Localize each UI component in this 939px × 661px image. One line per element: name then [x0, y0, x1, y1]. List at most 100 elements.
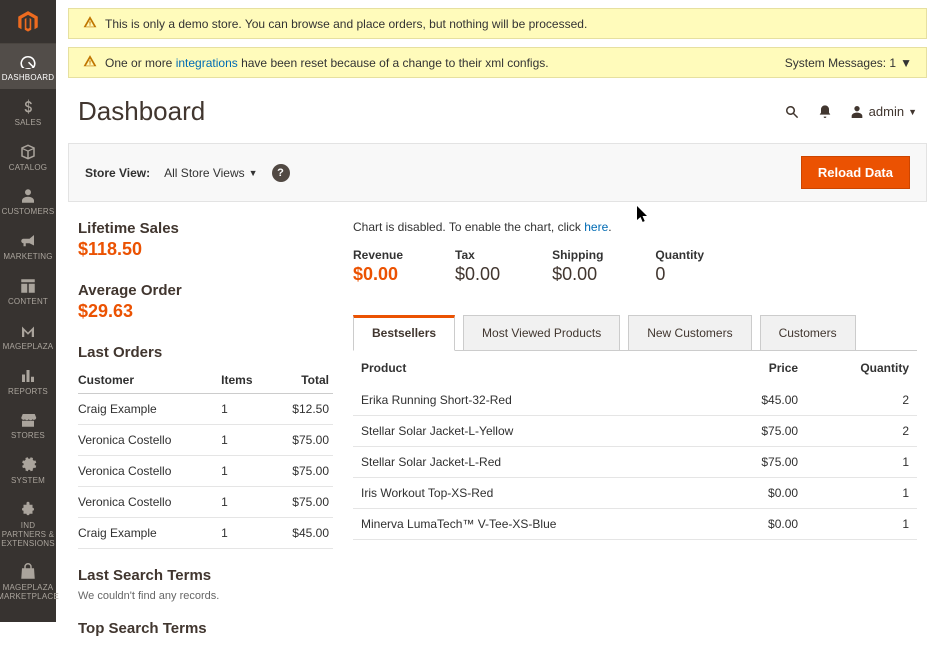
- tab-new-customers[interactable]: New Customers: [628, 315, 751, 351]
- nav-stores[interactable]: STORES: [0, 402, 56, 447]
- dashboard-tabs: Bestsellers Most Viewed Products New Cus…: [353, 315, 917, 351]
- box-icon: [19, 142, 37, 162]
- nav-label: MAGEPLAZA: [3, 343, 54, 352]
- nav-catalog[interactable]: CATALOG: [0, 134, 56, 179]
- gear-icon: [19, 455, 37, 475]
- magento-logo[interactable]: [0, 0, 56, 44]
- caret-down-icon: ▼: [900, 56, 912, 70]
- col-product: Product: [353, 351, 716, 386]
- table-row[interactable]: Minerva LumaTech™ V-Tee-XS-Blue$0.001: [353, 509, 917, 540]
- col-items: Items: [221, 367, 273, 394]
- stat-value: $118.50: [78, 239, 333, 260]
- col-customer: Customer: [78, 367, 221, 394]
- stat-value: $29.63: [78, 301, 333, 322]
- store-view-select[interactable]: All Store Views ▼: [164, 166, 257, 180]
- username: admin: [869, 104, 904, 119]
- puzzle-icon: [19, 500, 37, 520]
- nav-label: CUSTOMERS: [2, 208, 55, 217]
- lifetime-sales-block: Lifetime Sales $118.50: [78, 220, 333, 260]
- search-empty-text: We couldn't find any records.: [78, 590, 333, 602]
- table-row[interactable]: Veronica Costello1$75.00: [78, 425, 333, 456]
- nav-label: CONTENT: [8, 298, 48, 307]
- help-icon[interactable]: ?: [272, 164, 290, 182]
- chart-enable-link[interactable]: here: [584, 220, 608, 234]
- metric-shipping: Shipping $0.00: [552, 248, 603, 285]
- bestsellers-table: Product Price Quantity Erika Running Sho…: [353, 350, 917, 540]
- nav-label: STORES: [11, 432, 45, 441]
- page-header: Dashboard admin ▼: [56, 78, 939, 135]
- integrations-link[interactable]: integrations: [176, 56, 238, 70]
- nav-marketplace[interactable]: MAGEPLAZA MARKETPLACE: [0, 554, 56, 608]
- caret-down-icon: ▼: [908, 107, 917, 117]
- metric-quantity: Quantity 0: [655, 248, 704, 285]
- table-row[interactable]: Stellar Solar Jacket-L-Red$75.001: [353, 447, 917, 478]
- last-search-terms-block: Last Search Terms We couldn't find any r…: [78, 567, 333, 602]
- table-row[interactable]: Stellar Solar Jacket-L-Yellow$75.002: [353, 416, 917, 447]
- page-title: Dashboard: [78, 96, 205, 127]
- bag-icon: [19, 562, 37, 582]
- nav-label: SYSTEM: [11, 477, 45, 486]
- warning-icon: [83, 15, 97, 32]
- nav-label: SALES: [15, 119, 42, 128]
- demo-banner-text: This is only a demo store. You can brows…: [105, 17, 587, 31]
- bell-icon[interactable]: [817, 104, 833, 120]
- tab-bestsellers[interactable]: Bestsellers: [353, 315, 455, 351]
- table-row[interactable]: Veronica Costello1$75.00: [78, 487, 333, 518]
- nav-mageplaza[interactable]: MAGEPLAZA: [0, 313, 56, 358]
- nav-label: CATALOG: [9, 164, 47, 173]
- nav-partners[interactable]: IND PARTNERS & EXTENSIONS: [0, 492, 56, 554]
- nav-marketing[interactable]: MARKETING: [0, 223, 56, 268]
- tab-customers[interactable]: Customers: [760, 315, 856, 351]
- main-area: This is only a demo store. You can brows…: [56, 8, 939, 661]
- section-title: Top Search Terms: [78, 620, 333, 637]
- metric-tax: Tax $0.00: [455, 248, 500, 285]
- store-view-label: Store View:: [85, 166, 150, 180]
- header-actions: admin ▼: [783, 103, 917, 121]
- user-menu[interactable]: admin ▼: [849, 104, 917, 120]
- layout-icon: [19, 276, 37, 296]
- top-search-terms-block: Top Search Terms: [78, 620, 333, 637]
- table-row[interactable]: Iris Workout Top-XS-Red$0.001: [353, 478, 917, 509]
- table-row[interactable]: Veronica Costello1$75.00: [78, 456, 333, 487]
- dollar-icon: [19, 97, 37, 117]
- nav-sales[interactable]: SALES: [0, 89, 56, 134]
- sidebar: DASHBOARD SALES CATALOG CUSTOMERS MARKET…: [0, 0, 56, 622]
- tab-most-viewed[interactable]: Most Viewed Products: [463, 315, 620, 351]
- col-quantity: Quantity: [806, 351, 917, 386]
- stat-title: Lifetime Sales: [78, 220, 333, 237]
- table-row[interactable]: Craig Example1$12.50: [78, 394, 333, 425]
- dashboard-content: Lifetime Sales $118.50 Average Order $29…: [56, 202, 939, 661]
- nav-customers[interactable]: CUSTOMERS: [0, 178, 56, 223]
- col-price: Price: [716, 351, 806, 386]
- nav-content[interactable]: CONTENT: [0, 268, 56, 313]
- table-row[interactable]: Craig Example1$45.00: [78, 518, 333, 549]
- nav-label: IND PARTNERS & EXTENSIONS: [1, 522, 55, 548]
- nav-system[interactable]: SYSTEM: [0, 447, 56, 492]
- gauge-icon: [19, 52, 37, 72]
- nav-label: DASHBOARD: [2, 74, 54, 83]
- reload-data-button[interactable]: Reload Data: [801, 156, 910, 189]
- last-orders-block: Last Orders Customer Items Total Craig E…: [78, 344, 333, 549]
- nav-reports[interactable]: REPORTS: [0, 358, 56, 403]
- nav-label: REPORTS: [8, 388, 48, 397]
- bars-icon: [19, 366, 37, 386]
- nav-dashboard[interactable]: DASHBOARD: [0, 44, 56, 89]
- system-banner: One or more integrations have been reset…: [68, 47, 927, 78]
- person-icon: [19, 186, 37, 206]
- stat-title: Average Order: [78, 282, 333, 299]
- demo-banner: This is only a demo store. You can brows…: [68, 8, 927, 39]
- last-orders-table: Customer Items Total Craig Example1$12.5…: [78, 367, 333, 549]
- col-total: Total: [273, 367, 333, 394]
- store-toolbar: Store View: All Store Views ▼ ? Reload D…: [68, 143, 927, 202]
- caret-down-icon: ▼: [249, 168, 258, 178]
- table-row[interactable]: Erika Running Short-32-Red$45.002: [353, 385, 917, 416]
- section-title: Last Search Terms: [78, 567, 333, 584]
- metrics-row: Revenue $0.00 Tax $0.00 Shipping $0.00 Q…: [353, 248, 917, 285]
- metric-revenue: Revenue $0.00: [353, 248, 403, 285]
- system-messages-toggle[interactable]: System Messages: 1 ▼: [785, 56, 912, 70]
- warning-icon: [83, 54, 97, 71]
- search-icon[interactable]: [783, 103, 801, 121]
- megaphone-icon: [19, 231, 37, 251]
- xml-banner-text: One or more integrations have been reset…: [105, 56, 549, 70]
- nav-label: MAGEPLAZA MARKETPLACE: [0, 584, 59, 602]
